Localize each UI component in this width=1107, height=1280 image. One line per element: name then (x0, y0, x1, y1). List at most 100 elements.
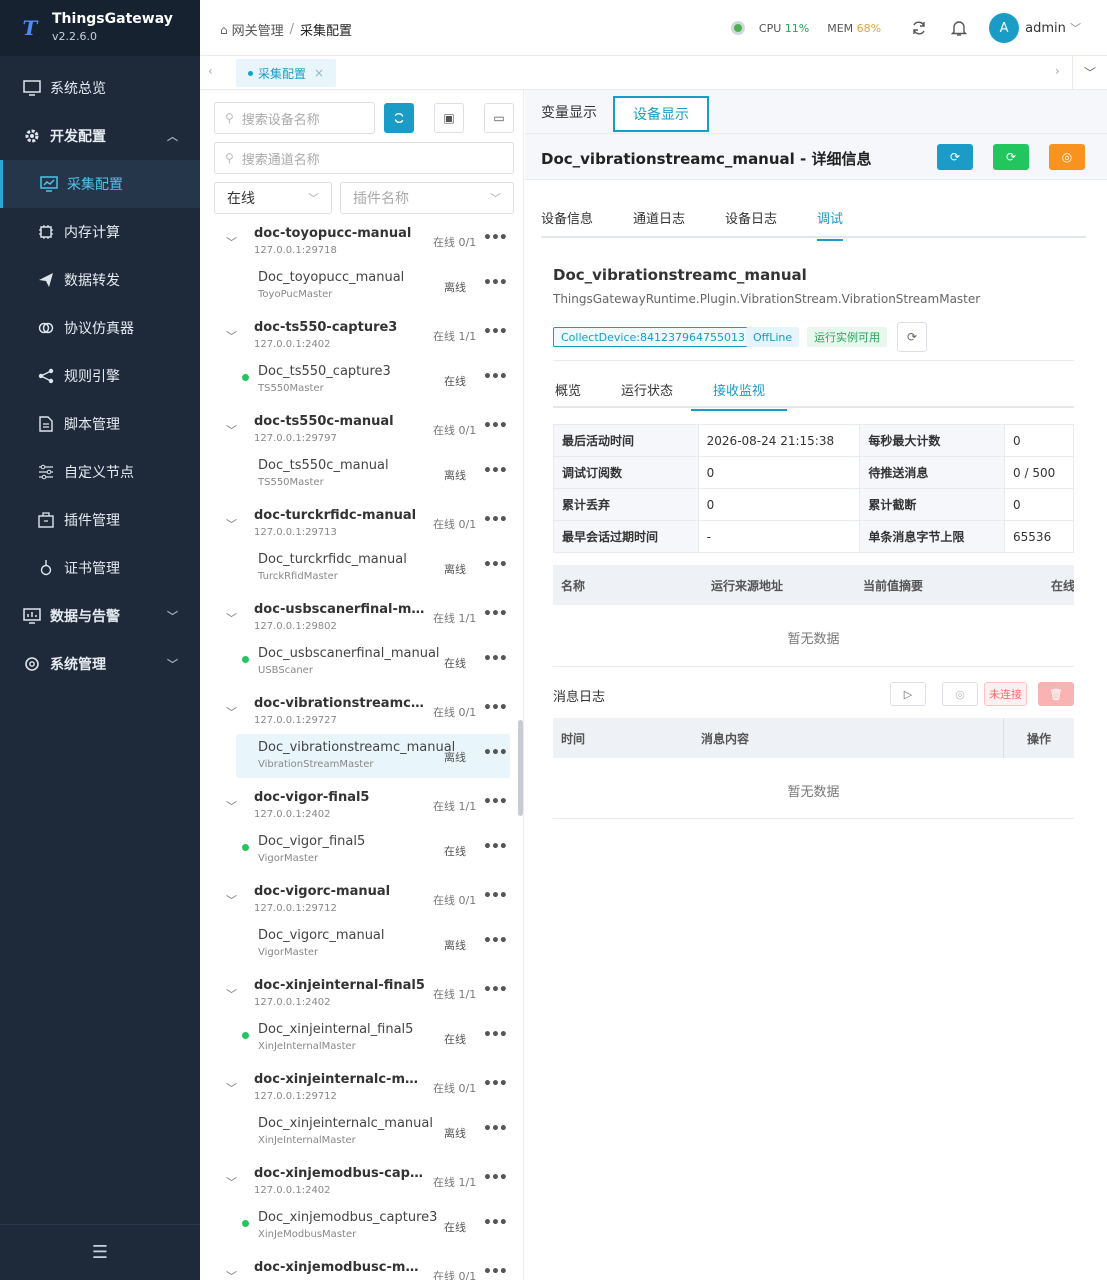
more-icon[interactable]: ••• (483, 230, 508, 246)
tab-run-status[interactable]: 运行状态 (621, 380, 673, 399)
device-item[interactable]: Doc_xinjemodbus_capture3 XinJeModbusMaste… (236, 1204, 510, 1248)
status-select[interactable]: 在线 ﹀ (214, 182, 332, 214)
breadcrumb-item[interactable]: 网关管理 (232, 20, 284, 39)
device-item[interactable]: Doc_usbscanerfinal_manual USBScaner 在线 ••• (236, 640, 510, 684)
more-icon[interactable]: ••• (483, 745, 508, 761)
sidebar-item-memory[interactable]: 内存计算 (0, 208, 200, 256)
more-icon[interactable]: ••• (483, 512, 508, 528)
chevron-down-icon[interactable]: ﹀ (226, 422, 237, 438)
chart-monitor-icon (22, 606, 42, 626)
device-item[interactable]: Doc_toyopucc_manual ToyoPucMaster 离线 ••• (236, 264, 510, 308)
refresh-icon[interactable] (909, 18, 929, 38)
device-name: Doc_xinjemodbus_capture3 (258, 1210, 438, 1225)
device-item[interactable]: Doc_ts550_capture3 TS550Master 在线 ••• (236, 358, 510, 402)
refresh-button[interactable]: ⟳ (937, 144, 973, 170)
avatar[interactable]: A (989, 13, 1020, 43)
refresh-icon[interactable]: ⟳ (897, 322, 927, 352)
channel-address: 127.0.0.1:29797 (254, 433, 337, 444)
more-icon[interactable]: ••• (483, 1076, 508, 1092)
more-icon[interactable]: ••• (483, 888, 508, 904)
chevron-down-icon[interactable]: ﹀ (226, 234, 237, 250)
chevron-down-icon[interactable]: ﹀ (226, 328, 237, 344)
refresh-button[interactable] (384, 103, 414, 133)
more-icon[interactable]: ••• (483, 606, 508, 622)
chevron-down-icon: ﹀ (167, 610, 178, 623)
sidebar-item-custom-node[interactable]: 自定义节点 (0, 448, 200, 496)
device-item[interactable]: Doc_vigor_final5 VigorMaster 在线 ••• (236, 828, 510, 872)
close-icon[interactable]: × (314, 66, 324, 80)
sidebar-item-forward[interactable]: 数据转发 (0, 256, 200, 304)
more-icon[interactable]: ••• (483, 418, 508, 434)
more-icon[interactable]: ••• (483, 794, 508, 810)
more-icon[interactable]: ••• (483, 839, 508, 855)
chevron-down-icon[interactable]: ﹀ (226, 1174, 237, 1190)
more-icon[interactable]: ••• (483, 369, 508, 385)
chevron-down-icon[interactable]: ﹀ (226, 1268, 237, 1280)
scrollbar[interactable] (518, 720, 523, 816)
more-icon[interactable]: ••• (483, 982, 508, 998)
restart-button[interactable]: ⟳ (993, 144, 1029, 170)
sidebar-item-simulator[interactable]: 协议仿真器 (0, 304, 200, 352)
table-row: 调试订阅数 0 待推送消息 0 / 500 (553, 456, 1074, 489)
tab-receive-monitor[interactable]: 接收监视 (691, 380, 788, 411)
sidebar-item-dev-config[interactable]: 开发配置 ︿ (0, 112, 200, 160)
delete-button[interactable]: 🗑 (1038, 682, 1074, 706)
chevron-right-icon[interactable]: › (1055, 64, 1060, 78)
more-icon[interactable]: ••• (483, 1170, 508, 1186)
sidebar-item-certs[interactable]: 证书管理 (0, 544, 200, 592)
device-item[interactable]: Doc_vigorc_manual VigorMaster 离线 ••• (236, 922, 510, 966)
sidebar-item-collect[interactable]: 采集配置 (0, 160, 200, 208)
more-icon[interactable]: ••• (483, 1264, 508, 1280)
device-item[interactable]: Doc_turckrfidc_manual TurckRfidMaster 离线 ••… (236, 546, 510, 590)
chevron-down-icon[interactable]: ﹀ (1084, 64, 1096, 81)
tab-overview[interactable]: 概览 (555, 380, 581, 399)
chevron-down-icon[interactable]: ﹀ (226, 610, 237, 626)
more-icon[interactable]: ••• (483, 557, 508, 573)
device-item[interactable]: Doc_ts550c_manual TS550Master 离线 ••• (236, 452, 510, 496)
tab-channel-log[interactable]: 通道日志 (633, 208, 685, 227)
chevron-down-icon[interactable]: ﹀ (226, 516, 237, 532)
device-item[interactable]: Doc_xinjeinternalc_manual XinJeInternalMa… (236, 1110, 510, 1154)
stop-button[interactable]: ◎ (1049, 144, 1085, 170)
more-icon[interactable]: ••• (483, 700, 508, 716)
device-item[interactable]: Doc_vibrationstreamc_manual VibrationStre… (236, 734, 510, 778)
more-icon[interactable]: ••• (483, 1027, 508, 1043)
sidebar-item-scripts[interactable]: 脚本管理 (0, 400, 200, 448)
device-plugin: ToyoPucMaster (258, 289, 333, 300)
chevron-down-icon[interactable]: ﹀ (226, 704, 237, 720)
chevron-left-icon[interactable]: ‹ (208, 64, 213, 78)
user-menu[interactable]: admin ﹀ (1025, 20, 1081, 36)
play-button[interactable]: ▷ (890, 682, 926, 706)
sidebar-item-system[interactable]: 系统管理 ﹀ (0, 640, 200, 688)
search-device-input[interactable]: ⚲ 搜索设备名称 (214, 102, 375, 134)
device-item[interactable]: Doc_xinjeinternal_final5 XinJeInternalMas… (236, 1016, 510, 1060)
tab-variable-view[interactable]: 变量显示 (541, 102, 597, 122)
more-icon[interactable]: ••• (483, 324, 508, 340)
sidebar-item-plugins[interactable]: 插件管理 (0, 496, 200, 544)
tab-device-log[interactable]: 设备日志 (725, 208, 777, 227)
search-channel-input[interactable]: ⚲ 搜索通道名称 (214, 142, 514, 174)
monitor-icon-button[interactable]: ▭ (484, 103, 514, 133)
chevron-down-icon[interactable]: ﹀ (226, 892, 237, 908)
stop-log-button[interactable]: ◎ (942, 682, 978, 706)
chevron-down-icon[interactable]: ﹀ (226, 1080, 237, 1096)
bell-icon[interactable] (949, 18, 969, 38)
tab-device-info[interactable]: 设备信息 (541, 208, 593, 227)
plugin-select[interactable]: 插件名称 ﹀ (340, 182, 514, 214)
tab-debug[interactable]: 调试 (817, 208, 844, 241)
tab-device-view[interactable]: 设备显示 (613, 96, 709, 132)
sidebar-item-data-alarm[interactable]: 数据与告警 ﹀ (0, 592, 200, 640)
more-icon[interactable]: ••• (483, 1121, 508, 1137)
sidebar-item-overview[interactable]: 系统总览 (0, 64, 200, 112)
menu-collapse-icon[interactable]: ☰ (0, 1224, 200, 1280)
more-icon[interactable]: ••• (483, 651, 508, 667)
more-icon[interactable]: ••• (483, 463, 508, 479)
device-icon-button[interactable]: ▣ (434, 103, 464, 133)
more-icon[interactable]: ••• (483, 275, 508, 291)
sidebar-item-rules[interactable]: 规则引擎 (0, 352, 200, 400)
tab-collect-config[interactable]: 采集配置 × (236, 59, 337, 87)
chevron-down-icon[interactable]: ﹀ (226, 986, 237, 1002)
more-icon[interactable]: ••• (483, 933, 508, 949)
chevron-down-icon[interactable]: ﹀ (226, 798, 237, 814)
more-icon[interactable]: ••• (483, 1215, 508, 1231)
